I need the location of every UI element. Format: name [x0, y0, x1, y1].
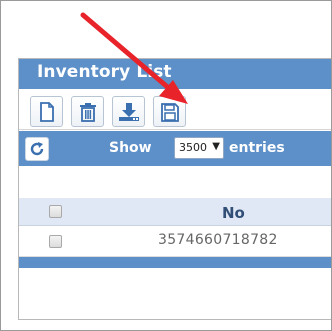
panel-title-bar: Inventory List: [19, 59, 331, 89]
new-button[interactable]: [30, 96, 63, 127]
trash-icon: [79, 102, 96, 122]
screenshot-frame: Inventory List Show 3500 ▼ entries No 35…: [0, 0, 332, 331]
delete-button[interactable]: [71, 96, 104, 127]
refresh-button[interactable]: [25, 137, 49, 161]
refresh-icon: [30, 142, 44, 156]
select-all-checkbox[interactable]: [49, 205, 62, 218]
save-button[interactable]: [153, 96, 186, 127]
table-footer-bar: [19, 257, 331, 268]
cell-no: 3574660718782: [158, 232, 278, 248]
download-icon: [118, 102, 139, 121]
column-header-no[interactable]: No: [222, 204, 245, 222]
new-document-icon: [39, 101, 54, 122]
dropdown-arrow-icon: ▼: [212, 141, 220, 152]
page-size-value: 3500: [179, 141, 207, 154]
download-button[interactable]: [112, 96, 145, 127]
row-checkbox[interactable]: [49, 235, 62, 248]
inventory-panel: Inventory List Show 3500 ▼ entries No 35…: [18, 58, 331, 320]
entries-label: entries: [229, 140, 285, 156]
toolbar: [19, 89, 331, 130]
table-row[interactable]: 3574660718782: [19, 226, 331, 257]
save-icon: [160, 102, 179, 122]
table-header-row: No: [19, 198, 331, 226]
panel-title: Inventory List: [37, 62, 172, 82]
table-controls: Show 3500 ▼ entries: [19, 131, 331, 166]
show-label: Show: [109, 140, 152, 156]
page-size-select[interactable]: 3500 ▼: [174, 137, 224, 159]
